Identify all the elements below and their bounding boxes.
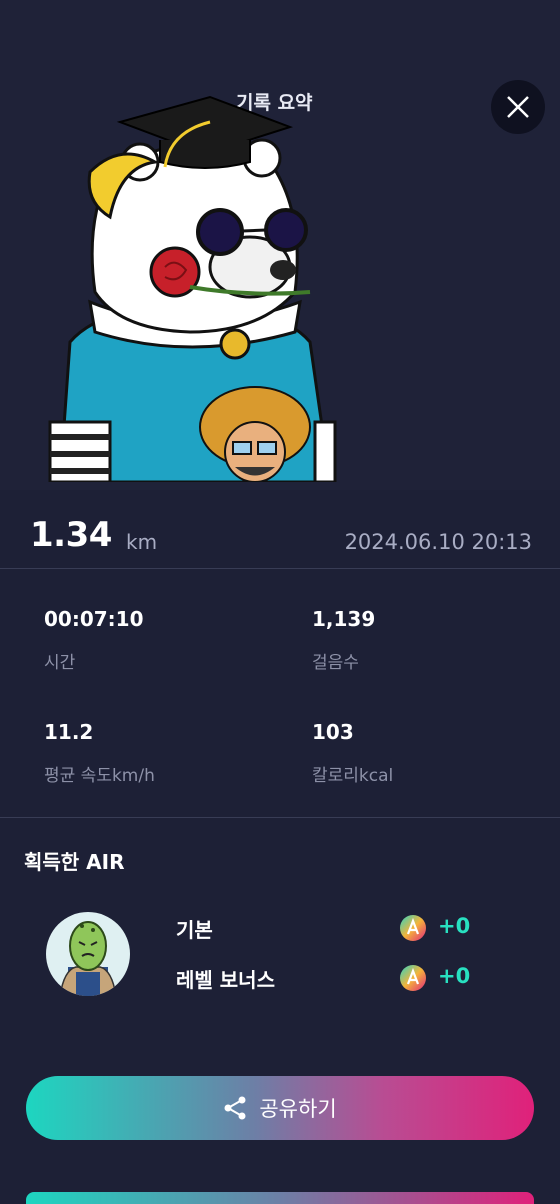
air-section-title: 획득한 AIR	[24, 850, 125, 874]
reward-level-bonus-label: 레벨 보너스	[176, 968, 275, 992]
nft-bear-image	[48, 95, 337, 482]
stat-steps-value: 1,139	[312, 607, 376, 631]
bottom-action-bar[interactable]	[26, 1192, 534, 1204]
stat-speed-label: 평균 속도km/h	[44, 766, 155, 786]
stat-time-value: 00:07:10	[44, 607, 144, 631]
divider	[0, 817, 560, 818]
stat-time-label: 시간	[44, 653, 76, 673]
reward-basic-value: +0	[438, 914, 471, 938]
record-datetime: 2024.06.10 20:13	[344, 530, 532, 554]
distance-unit: km	[126, 530, 158, 554]
distance-value: 1.34	[30, 515, 112, 555]
close-button[interactable]	[491, 80, 545, 134]
reward-level-bonus-value: +0	[438, 964, 471, 988]
stat-calorie-value: 103	[312, 720, 354, 744]
avatar	[46, 912, 130, 996]
reward-basic-label: 기본	[176, 918, 213, 942]
share-icon	[224, 1096, 246, 1120]
share-button[interactable]: 공유하기	[26, 1076, 534, 1140]
stat-calorie-label: 칼로리kcal	[312, 766, 394, 786]
stat-steps-label: 걸음수	[312, 653, 359, 673]
cucumber-character-image	[59, 921, 117, 996]
air-coin-icon	[400, 965, 426, 991]
close-icon	[507, 96, 529, 118]
stat-speed-value: 11.2	[44, 720, 94, 744]
air-coin-icon	[400, 915, 426, 941]
divider	[0, 568, 560, 569]
share-button-label: 공유하기	[259, 1097, 337, 1121]
